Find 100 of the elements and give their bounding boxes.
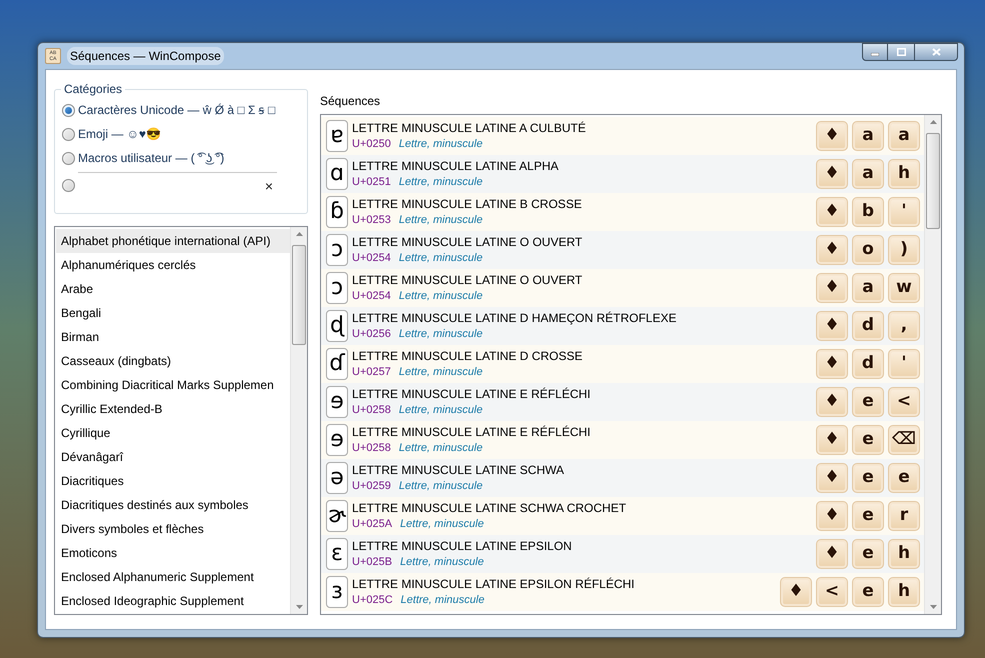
scrollbar[interactable] — [290, 227, 307, 614]
block-list-item[interactable]: Alphabet phonétique international (API) — [56, 229, 290, 253]
block-list-item[interactable]: Arabe — [56, 277, 290, 301]
block-list-item[interactable]: Diacritiques destinés aux symboles — [56, 493, 290, 517]
key-cap: e — [852, 387, 884, 417]
sequence-row[interactable]: ɑ LETTRE MINUSCULE LATINE ALPHA U+0251 Lettre, minuscule ♦ a h — [321, 155, 924, 193]
key-cap: ♦ — [816, 159, 848, 189]
key-cap: ♦ — [816, 311, 848, 341]
scrollbar[interactable] — [924, 115, 941, 614]
minimize-button[interactable] — [862, 43, 888, 61]
character-preview: ɘ — [326, 424, 348, 456]
sequence-row[interactable]: ɜ LETTRE MINUSCULE LATINE EPSILON RÉFLÉCHI U+025C Lettre, minuscule ♦ < e h — [321, 573, 924, 611]
key-cap: e — [888, 463, 920, 493]
character-preview: ɚ — [326, 500, 348, 532]
character-name: LETTRE MINUSCULE LATINE ALPHA — [352, 158, 558, 174]
sequence-row[interactable]: ɚ LETTRE MINUSCULE LATINE SCHWA CROCHET U+025A Lettre, minuscule ♦ e r — [321, 497, 924, 535]
block-list-item[interactable]: Diacritiques — [56, 469, 290, 493]
scroll-up-arrow-icon[interactable] — [296, 232, 303, 236]
key-cap: ♦ — [816, 387, 848, 417]
close-button[interactable] — [914, 43, 958, 61]
key-cap: ♦ — [816, 539, 848, 569]
character-category: Lettre, minuscule — [400, 555, 484, 570]
block-list-item[interactable]: Cyrillique — [56, 421, 290, 445]
key-cap: ' — [888, 197, 920, 227]
block-list-item[interactable]: Bengali — [56, 301, 290, 325]
scroll-down-arrow-icon[interactable] — [296, 605, 303, 609]
character-category: Lettre, minuscule — [398, 137, 483, 152]
character-name: LETTRE MINUSCULE LATINE SCHWA CROCHET — [352, 500, 626, 516]
character-preview: ɛ — [326, 538, 348, 570]
code-point: U+0258 — [352, 441, 391, 456]
sequence-row[interactable]: ɔ LETTRE MINUSCULE LATINE O OUVERT U+0254 Lettre, minuscule ♦ a w — [321, 269, 924, 307]
character-preview: ɔ — [326, 272, 348, 304]
character-preview: ɓ — [326, 196, 348, 228]
sequence-row[interactable]: ɗ LETTRE MINUSCULE LATINE D CROSSE U+0257 Lettre, minuscule ♦ d ' — [321, 345, 924, 383]
block-list-item[interactable]: Combining Diacritical Marks Supplemen — [56, 373, 290, 397]
character-preview: ɗ — [326, 348, 348, 380]
block-list-item[interactable]: Birman — [56, 325, 290, 349]
sequence-row[interactable]: ɔ LETTRE MINUSCULE LATINE O OUVERT U+0254 Lettre, minuscule ♦ o ) — [321, 231, 924, 269]
key-cap: r — [888, 501, 920, 531]
key-cap: d — [852, 311, 884, 341]
character-category: Lettre, minuscule — [398, 289, 483, 304]
code-point: U+025C — [352, 593, 393, 608]
sequence-row[interactable]: ɓ LETTRE MINUSCULE LATINE B CROSSE U+0253 Lettre, minuscule ♦ b ' — [321, 193, 924, 231]
character-preview: ɑ — [326, 158, 348, 190]
scroll-up-arrow-icon[interactable] — [930, 120, 937, 124]
sequences-title: Séquences — [320, 93, 382, 110]
key-cap: ♦ — [816, 425, 848, 455]
code-point: U+025A — [352, 517, 392, 532]
key-cap: b — [852, 197, 884, 227]
character-name: LETTRE MINUSCULE LATINE EPSILON — [352, 538, 572, 554]
code-point: U+0259 — [352, 479, 391, 494]
code-point: U+0258 — [352, 403, 391, 418]
block-list-item[interactable]: Cyrillic Extended-B — [56, 397, 290, 421]
key-cap: w — [888, 273, 920, 303]
key-cap: ♦ — [816, 235, 848, 265]
key-cap: ) — [888, 235, 920, 265]
character-name: LETTRE MINUSCULE LATINE B CROSSE — [352, 196, 582, 212]
code-point: U+0254 — [352, 289, 391, 304]
sequence-row[interactable]: ɖ LETTRE MINUSCULE LATINE D HAMEÇON RÉTROFLEXE U+0256 Lettre, minuscule ♦ d , — [321, 307, 924, 345]
block-list-item[interactable]: Enclosed Alphanumeric Supplement — [56, 565, 290, 589]
key-cap: h — [888, 577, 920, 607]
clear-button[interactable]: × — [264, 178, 273, 192]
block-list-item[interactable]: Emoticons — [56, 541, 290, 565]
radio-button[interactable] — [62, 128, 75, 140]
key-cap: h — [888, 159, 920, 189]
character-name: LETTRE MINUSCULE LATINE SCHWA — [352, 462, 564, 478]
block-list-item[interactable]: Casseaux (dingbats) — [56, 349, 290, 373]
character-name: LETTRE MINUSCULE LATINE A CULBUTÉ — [352, 120, 586, 136]
sequence-row[interactable]: ɛ LETTRE MINUSCULE LATINE EPSILON U+025B Lettre, minuscule ♦ e h — [321, 535, 924, 573]
character-category: Lettre, minuscule — [398, 403, 483, 418]
scroll-down-arrow-icon[interactable] — [930, 605, 937, 609]
code-point: U+0257 — [352, 365, 391, 380]
sequence-row[interactable]: ə LETTRE MINUSCULE LATINE SCHWA U+0259 Lettre, minuscule ♦ e e — [321, 459, 924, 497]
radio-button[interactable] — [62, 104, 75, 116]
character-name: LETTRE MINUSCULE LATINE E RÉFLÉCHI — [352, 386, 590, 402]
block-list-item[interactable]: Divers symboles et flèches — [56, 517, 290, 541]
character-name: LETTRE MINUSCULE LATINE D HAMEÇON RÉTROFLEXE — [352, 310, 676, 326]
key-cap: d — [852, 349, 884, 379]
sequence-row[interactable]: ɘ LETTRE MINUSCULE LATINE E RÉFLÉCHI U+0258 Lettre, minuscule ♦ e ⌫ — [321, 421, 924, 459]
maximize-icon — [896, 48, 906, 56]
sequence-row[interactable]: ɐ LETTRE MINUSCULE LATINE A CULBUTÉ U+0250 Lettre, minuscule ♦ a a — [321, 117, 924, 155]
key-cap: ♦ — [816, 273, 848, 303]
block-list-item[interactable]: Enclosed Ideographic Supplement — [56, 589, 290, 613]
radio-button[interactable] — [62, 178, 75, 192]
radio-button[interactable] — [62, 152, 75, 164]
code-point: U+0253 — [352, 213, 391, 228]
scrollbar-thumb[interactable] — [926, 133, 940, 229]
sequence-row[interactable]: ɘ LETTRE MINUSCULE LATINE E RÉFLÉCHI U+0258 Lettre, minuscule ♦ e < — [321, 383, 924, 421]
key-cap: < — [888, 387, 920, 417]
key-cap: ♦ — [816, 121, 848, 151]
key-cap: , — [888, 311, 920, 341]
character-category: Lettre, minuscule — [400, 517, 484, 532]
key-cap: a — [852, 121, 884, 151]
maximize-button[interactable] — [888, 43, 914, 61]
key-cap: a — [852, 273, 884, 303]
key-cap: o — [852, 235, 884, 265]
block-list-item[interactable]: Alphanumériques cerclés — [56, 253, 290, 277]
block-list-item[interactable]: Dévanâgarî — [56, 445, 290, 469]
radio-label: Caractères Unicode — ŵ Ǿ à □ Σ ꞩ □ — [78, 102, 276, 119]
scrollbar-thumb[interactable] — [292, 245, 306, 345]
